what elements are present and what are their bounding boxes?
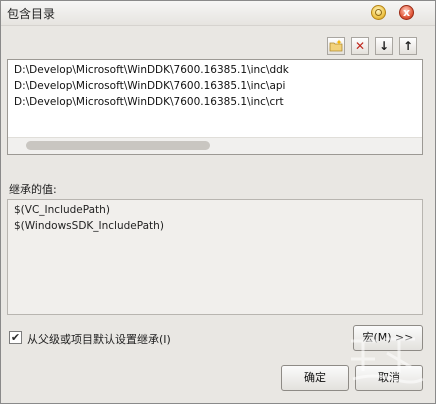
directory-list[interactable]: D:\Develop\Microsoft\WinDDK\7600.16385.1… xyxy=(7,59,423,155)
window-title: 包含目录 xyxy=(7,7,56,21)
inherited-values-label: 继承的值: xyxy=(9,183,57,196)
new-folder-icon xyxy=(329,39,343,52)
delete-line-button[interactable]: ✕ xyxy=(351,37,369,55)
new-line-button[interactable] xyxy=(327,37,345,55)
scrollbar-thumb[interactable] xyxy=(26,141,210,150)
list-item[interactable]: D:\Develop\Microsoft\WinDDK\7600.16385.1… xyxy=(14,80,285,92)
inherited-values-box: $(VC_IncludePath) $(WindowsSDK_IncludePa… xyxy=(7,199,423,315)
list-item[interactable]: D:\Develop\Microsoft\WinDDK\7600.16385.1… xyxy=(14,64,289,76)
inherited-value: $(VC_IncludePath) xyxy=(14,204,110,216)
close-icon: x xyxy=(402,6,411,19)
close-button[interactable]: x xyxy=(399,5,414,20)
title-bar: 包含目录 x xyxy=(1,1,435,26)
include-directories-dialog: 包含目录 x ✕ ↓ ↑ D:\Develop\Microsoft\WinDDK… xyxy=(0,0,436,404)
move-down-button[interactable]: ↓ xyxy=(375,37,393,55)
watermark-logo xyxy=(351,337,424,384)
ok-button[interactable]: 确定 xyxy=(281,365,349,391)
horizontal-scrollbar[interactable] xyxy=(8,137,422,154)
arrow-up-icon: ↑ xyxy=(402,39,414,53)
delete-icon: ✕ xyxy=(354,39,366,53)
list-item[interactable]: D:\Develop\Microsoft\WinDDK\7600.16385.1… xyxy=(14,96,284,108)
move-up-button[interactable]: ↑ xyxy=(399,37,417,55)
minimize-button[interactable] xyxy=(371,5,386,20)
inherit-checkbox-label[interactable]: 从父级或项目默认设置继承(I) xyxy=(27,331,171,347)
inherited-value: $(WindowsSDK_IncludePath) xyxy=(14,220,164,232)
arrow-down-icon: ↓ xyxy=(378,39,390,53)
inherit-checkbox[interactable]: ✔ xyxy=(9,331,22,344)
